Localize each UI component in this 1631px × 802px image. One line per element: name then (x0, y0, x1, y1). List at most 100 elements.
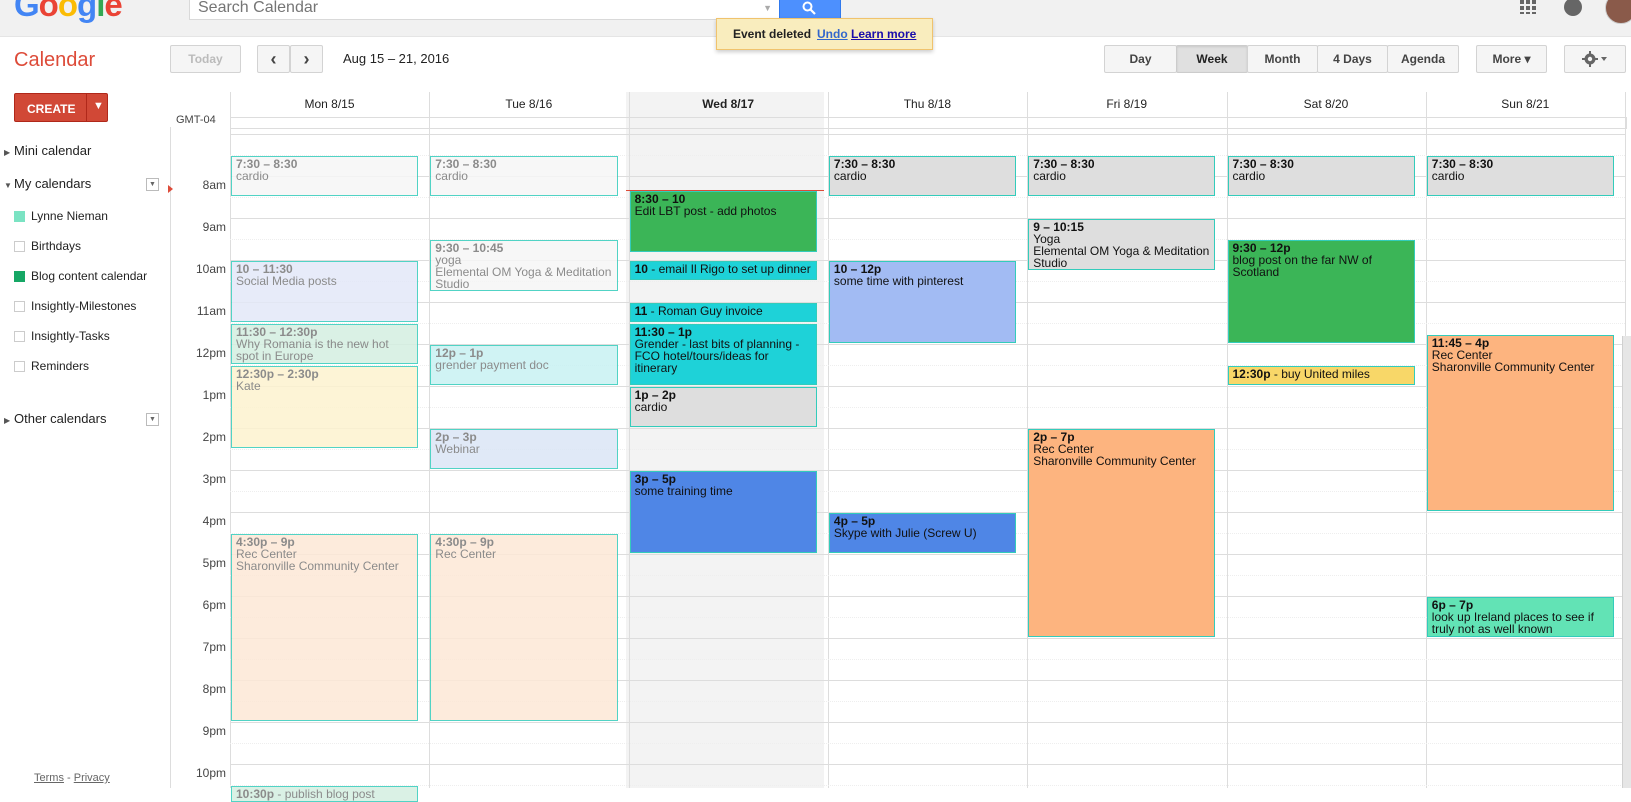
prev-week-button[interactable]: ‹ (257, 45, 290, 73)
day-header-6[interactable]: Sun 8/21 (1426, 97, 1625, 111)
event-title: some time with pinterest (833, 274, 964, 288)
other-calendars-toggle[interactable]: ▶ Other calendars (4, 411, 107, 426)
view-agenda-button[interactable]: Agenda (1387, 45, 1459, 73)
calendar-item-insightly-milestones[interactable]: Insightly-Milestones (14, 299, 136, 313)
calendar-color-swatch[interactable] (14, 211, 25, 222)
calendar-event[interactable]: 12p – 1p grender payment doc (430, 345, 618, 385)
calendar-event[interactable]: 7:30 – 8:30 cardio (1426, 156, 1615, 196)
more-button[interactable]: More ▾ (1476, 45, 1547, 73)
google-logo[interactable]: Google (14, 0, 123, 24)
hour-label: 7pm (202, 640, 226, 654)
calendar-item-reminders[interactable]: Reminders (14, 359, 89, 373)
calendar-event[interactable]: 8:30 – 10 Edit LBT post - add photos (629, 190, 817, 252)
event-title: Why Romania is the new hot spot in Europ… (236, 337, 389, 363)
hour-gridline (230, 491, 1625, 492)
calendar-event[interactable]: 10 – 12p some time with pinterest (828, 261, 1017, 343)
calendar-item-blog-content[interactable]: Blog content calendar (14, 269, 147, 283)
calendar-event[interactable]: 10 - email Il Rigo to set up dinner (629, 261, 817, 280)
view-day-button[interactable]: Day (1104, 45, 1177, 73)
calendar-event[interactable]: 7:30 – 8:30 cardio (231, 156, 419, 196)
event-title: Social Media posts (236, 274, 337, 288)
calendar-event[interactable]: 12:30p - buy United miles (1227, 366, 1415, 385)
calendar-event[interactable]: 7:30 – 8:30 cardio (1227, 156, 1415, 196)
hour-gridline (230, 764, 1625, 765)
calendar-event[interactable]: 4:30p – 9p Rec Center (430, 534, 618, 721)
event-title: Kate (236, 379, 261, 393)
calendar-event[interactable]: 9:30 – 12p blog post on the far NW of Sco… (1227, 240, 1415, 343)
hour-label: 3pm (202, 472, 226, 486)
next-week-button[interactable]: › (290, 45, 323, 73)
hour-gridline (230, 197, 1625, 198)
day-header-3[interactable]: Thu 8/18 (828, 97, 1027, 111)
hour-label: 12pm (195, 346, 226, 360)
calendar-event[interactable]: 2p – 7p Rec Center Sharonville Community C… (1028, 429, 1216, 637)
hour-gridline (230, 134, 1625, 135)
view-month-button[interactable]: Month (1247, 45, 1318, 73)
event-title: Edit LBT post - add photos (634, 203, 777, 218)
create-button[interactable]: CREATE ▼ (14, 93, 108, 122)
view-4days-button[interactable]: 4 Days (1317, 45, 1388, 73)
calendar-item-insightly-tasks[interactable]: Insightly-Tasks (14, 329, 110, 343)
calendar-event[interactable]: 11:30 – 12:30p Why Romania is the new hot… (231, 324, 419, 364)
calendar-event[interactable]: 7:30 – 8:30 cardio (430, 156, 618, 196)
calendar-color-swatch[interactable] (14, 271, 25, 282)
current-time-line (626, 190, 824, 191)
calendar-event[interactable]: 7:30 – 8:30 cardio (828, 156, 1017, 196)
expand-triangle-icon: ▶ (4, 416, 11, 425)
learn-more-link[interactable]: Learn more (851, 27, 916, 41)
calendar-event[interactable]: 4p – 5p Skype with Julie (Screw U) (828, 513, 1017, 553)
calendar-event[interactable]: 10 – 11:30 Social Media posts (231, 261, 419, 322)
calendar-event[interactable]: 2p – 3p Webinar (430, 429, 618, 469)
calendar-checkbox[interactable] (14, 301, 25, 312)
day-header-2[interactable]: Wed 8/17 (629, 97, 828, 111)
notifications-bell-icon[interactable] (1564, 0, 1582, 16)
terms-link[interactable]: Terms (34, 772, 64, 784)
gear-icon (1582, 51, 1607, 67)
settings-button[interactable] (1564, 45, 1626, 73)
calendar-item-lynne-nieman[interactable]: Lynne Nieman (14, 209, 108, 223)
app-title[interactable]: Calendar (14, 49, 95, 72)
day-header-5[interactable]: Sat 8/20 (1227, 97, 1426, 111)
day-header-0[interactable]: Mon 8/15 (230, 97, 429, 111)
calendar-event[interactable]: 11:45 – 4p Rec Center Sharonville Communit… (1426, 334, 1615, 511)
apps-grid-icon[interactable] (1520, 0, 1538, 14)
scrollbar[interactable] (1622, 336, 1631, 788)
my-calendars-toggle[interactable]: ▼ My calendars (4, 176, 91, 191)
event-title: cardio (1232, 169, 1266, 183)
calendar-event[interactable]: 12:30p – 2:30p Kate (231, 366, 419, 448)
calendar-checkbox[interactable] (14, 241, 25, 252)
calendar-event[interactable]: 10:30p - publish blog post (231, 786, 419, 802)
calendar-item-birthdays[interactable]: Birthdays (14, 239, 81, 253)
calendar-checkbox[interactable] (14, 361, 25, 372)
mini-calendar-toggle[interactable]: ▶ Mini calendar (4, 143, 91, 158)
calendar-event[interactable]: 11 - Roman Guy invoice (629, 303, 817, 322)
create-dropdown-arrow-icon[interactable]: ▼ (93, 100, 104, 112)
all-day-row[interactable] (230, 117, 1627, 129)
day-header-1[interactable]: Tue 8/16 (429, 97, 628, 111)
calendar-event[interactable]: 11:30 – 1p Grender - last bits of plannin… (629, 324, 817, 385)
day-header-4[interactable]: Fri 8/19 (1027, 97, 1226, 111)
calendar-event[interactable]: 9 – 10:15 Yoga Elemental OM Yoga & Meditat… (1028, 219, 1216, 270)
avatar[interactable] (1605, 0, 1631, 24)
view-week-button[interactable]: Week (1176, 45, 1248, 73)
event-location: Elemental OM Yoga & Meditation Studio (435, 265, 612, 291)
calendar-event[interactable]: 1p – 2p cardio (629, 387, 817, 427)
privacy-link[interactable]: Privacy (74, 772, 110, 784)
hour-label: 8pm (202, 682, 226, 696)
my-calendars-menu-button[interactable]: ▼ (146, 178, 159, 191)
calendar-checkbox[interactable] (14, 331, 25, 342)
other-calendars-menu-button[interactable]: ▼ (146, 413, 159, 426)
calendar-event[interactable]: 4:30p – 9p Rec Center Sharonville Communit… (231, 534, 419, 721)
calendar-event[interactable]: 9:30 – 10:45 yoga Elemental OM Yoga & Medi… (430, 240, 618, 291)
hour-label: 4pm (202, 514, 226, 528)
calendar-event[interactable]: 7:30 – 8:30 cardio (1028, 156, 1216, 196)
event-time: 11:45 – 4p (1431, 335, 1490, 350)
calendar-event[interactable]: 6p – 7p look up Ireland places to see if … (1426, 597, 1615, 637)
hour-label: 10pm (195, 766, 226, 780)
today-button[interactable]: Today (170, 45, 241, 73)
search-input[interactable] (190, 0, 746, 21)
undo-link[interactable]: Undo (817, 27, 848, 41)
event-time: 10:30p (236, 787, 275, 801)
search-options-dropdown-icon[interactable]: ▼ (763, 3, 772, 13)
calendar-event[interactable]: 3p – 5p some training time (629, 471, 817, 553)
